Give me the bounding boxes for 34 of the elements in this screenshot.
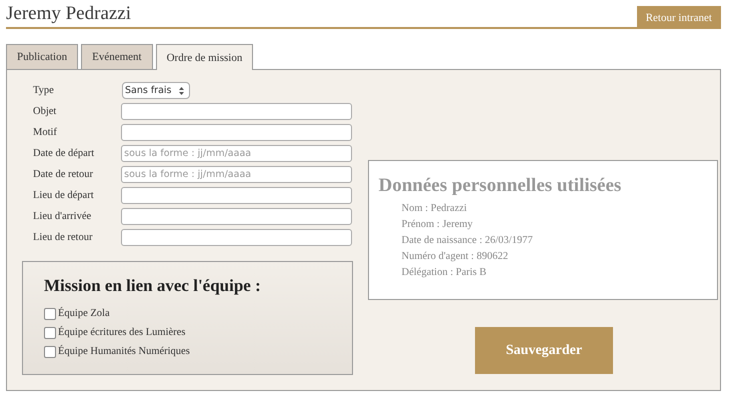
input-field[interactable]: sous la forme : jj/mm/aaaa — [121, 166, 352, 183]
data-line: Date de naissance : 26/03/1977 — [400, 235, 534, 248]
field-label: Date de départ — [32, 148, 96, 159]
field-label: Type — [32, 85, 55, 96]
field-label: Lieu de retour — [32, 232, 94, 243]
card-title: Données personnelles utilisées — [378, 175, 622, 197]
input-field[interactable] — [121, 103, 352, 120]
type-select[interactable]: Sans frais — [122, 82, 190, 99]
tab[interactable]: Publication — [6, 44, 78, 69]
tab[interactable]: Evénement — [81, 44, 153, 69]
tab[interactable]: Ordre de mission — [156, 44, 254, 70]
checkbox[interactable] — [44, 308, 56, 320]
data-line: Délégation : Paris B — [400, 267, 488, 280]
input-field[interactable]: sous la forme : jj/mm/aaaa — [121, 145, 352, 162]
panel-title: Mission en lien avec l'équipe : — [44, 276, 262, 296]
data-line: Numéro d'agent : 890622 — [400, 251, 510, 264]
checkbox-label: Équipe Zola — [58, 308, 110, 319]
checkbox-label: Équipe Humanités Numériques — [58, 346, 190, 357]
field-label: Date de retour — [32, 169, 94, 180]
page-title: Jeremy Pedrazzi — [6, 3, 132, 26]
checkbox[interactable] — [44, 326, 56, 338]
field-label: Motif — [32, 127, 58, 138]
spinner-icon — [178, 86, 185, 96]
data-line: Prénom : Jeremy — [400, 219, 474, 232]
checkbox[interactable] — [44, 346, 56, 358]
field-label: Objet — [32, 106, 58, 117]
field-label: Lieu d'arrivée — [32, 211, 92, 222]
input-field[interactable] — [121, 124, 352, 141]
input-field[interactable] — [121, 229, 352, 246]
input-field[interactable] — [121, 208, 352, 225]
input-field[interactable] — [121, 187, 352, 204]
field-label: Lieu de départ — [32, 190, 95, 201]
checkbox-label: Équipe écritures des Lumières — [58, 327, 186, 338]
data-line: Nom : Pedrazzi — [400, 203, 468, 216]
